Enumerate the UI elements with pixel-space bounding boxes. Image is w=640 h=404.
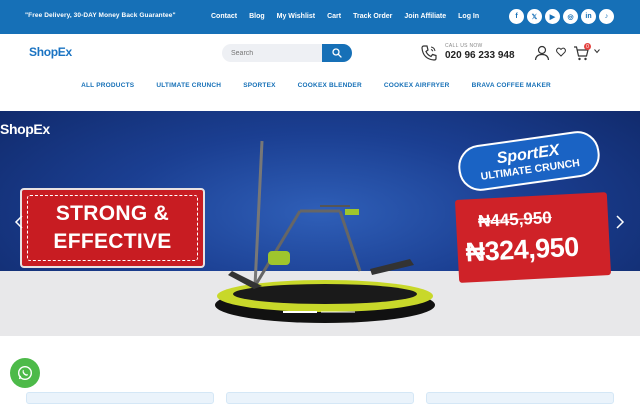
site-logo[interactable]: ShopEx: [29, 45, 72, 59]
new-price: ₦324,950: [464, 231, 580, 268]
x-icon[interactable]: 𝕏: [527, 9, 542, 24]
feature-card-2: [226, 392, 414, 404]
youtube-icon[interactable]: ▶: [545, 9, 560, 24]
nav-cookex-airfryer[interactable]: COOKEX AIRFRYER: [384, 72, 450, 102]
chevron-right-icon[interactable]: [615, 215, 625, 229]
call-us-box: CALL US NOW 020 96 233 948: [445, 43, 515, 61]
nav-all-products[interactable]: ALL PRODUCTS: [81, 72, 134, 102]
search-icon: [332, 48, 342, 58]
slider-dot-1[interactable]: [283, 311, 317, 313]
top-bar: "Free Delivery, 30-DAY Money Back Guaran…: [0, 0, 640, 34]
whatsapp-icon: [17, 365, 33, 381]
call-label: CALL US NOW: [445, 43, 483, 49]
search-button[interactable]: [322, 44, 352, 62]
main-nav: ALL PRODUCTS ULTIMATE CRUNCH SPORTEX COO…: [0, 72, 640, 102]
user-icon[interactable]: [534, 45, 550, 61]
link-join-affiliate[interactable]: Join Affiliate: [404, 13, 446, 20]
promo-text: "Free Delivery, 30-DAY Money Back Guaran…: [25, 12, 176, 19]
search-bar: [222, 44, 352, 62]
nav-brava-coffee-maker[interactable]: BRAVA COFFEE MAKER: [472, 72, 551, 102]
link-wishlist[interactable]: My Wishlist: [277, 13, 315, 20]
link-cart[interactable]: Cart: [327, 13, 341, 20]
tiktok-icon[interactable]: ♪: [599, 9, 614, 24]
chevron-left-icon[interactable]: [14, 215, 24, 229]
top-links: Contact Blog My Wishlist Cart Track Orde…: [211, 13, 479, 20]
nav-cookex-blender[interactable]: COOKEX BLENDER: [298, 72, 362, 102]
slider-dot-2[interactable]: [321, 311, 355, 313]
social-links: f 𝕏 ▶ ◎ in ♪: [509, 9, 614, 24]
main-header: ShopEx CALL US NOW 020 96 233 948 0: [0, 34, 640, 72]
link-contact[interactable]: Contact: [211, 13, 237, 20]
feature-card-3: [426, 392, 614, 404]
instagram-icon[interactable]: ◎: [563, 9, 578, 24]
search-input[interactable]: [222, 44, 322, 62]
chevron-down-icon[interactable]: [594, 48, 600, 54]
heart-icon[interactable]: [556, 47, 566, 57]
phone-icon: [421, 45, 437, 61]
call-number[interactable]: 020 96 233 948: [445, 50, 515, 61]
link-blog[interactable]: Blog: [249, 13, 265, 20]
link-track-order[interactable]: Track Order: [353, 13, 392, 20]
nav-ultimate-crunch[interactable]: ULTIMATE CRUNCH: [156, 72, 221, 102]
feature-card-1: [26, 392, 214, 404]
cart-count-badge: 0: [584, 43, 591, 50]
link-log-in[interactable]: Log In: [458, 13, 479, 20]
whatsapp-button[interactable]: [10, 358, 40, 388]
old-price: ₦445,950: [477, 208, 553, 231]
hero-banner[interactable]: ShopEx STRONG & EFFECTIVE SportEX ULTIMA…: [0, 111, 640, 336]
slider-dots: [283, 311, 355, 313]
nav-sportex[interactable]: SPORTEX: [243, 72, 275, 102]
facebook-icon[interactable]: f: [509, 9, 524, 24]
price-box: ₦445,950 ₦324,950: [454, 192, 612, 283]
linkedin-icon[interactable]: in: [581, 9, 596, 24]
